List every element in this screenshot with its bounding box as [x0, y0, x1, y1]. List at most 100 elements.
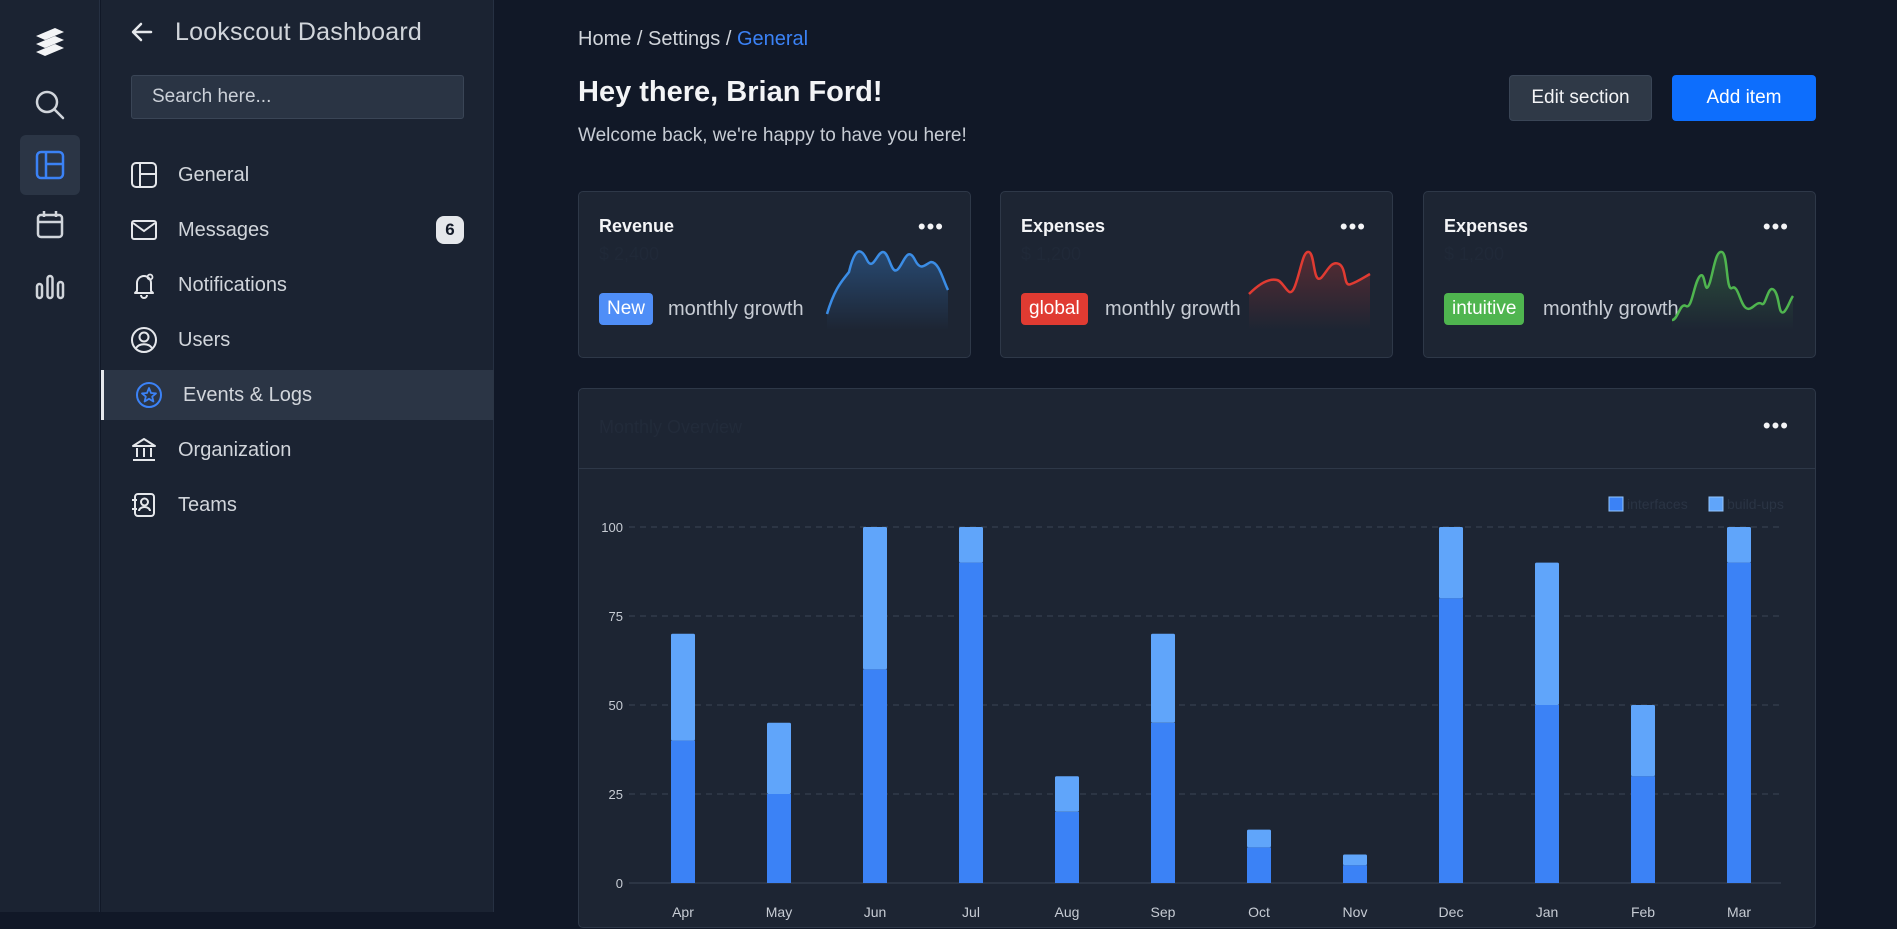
bar-interfaces: [1151, 722, 1175, 883]
breadcrumb: Home / Settings / General: [578, 28, 808, 51]
bar-build-ups: [1439, 527, 1463, 599]
page-title: Hey there, Brian Ford!: [578, 76, 883, 108]
x-tick-label: Dec: [1439, 904, 1464, 920]
layout-icon: [129, 160, 159, 190]
x-tick-label: Aug: [1055, 904, 1080, 920]
card-value: $ 1,200: [1444, 244, 1505, 264]
bar-interfaces: [671, 740, 695, 883]
y-tick-label: 100: [601, 520, 623, 535]
mail-icon: [129, 215, 159, 245]
y-tick-label: 25: [609, 787, 623, 802]
growth-label: monthly growth: [1105, 298, 1241, 320]
x-tick-label: Nov: [1343, 904, 1368, 920]
legend-label: interfaces: [1627, 496, 1688, 512]
logo-icon[interactable]: [20, 14, 80, 74]
add-item-button[interactable]: Add item: [1672, 75, 1816, 121]
sidebar-item-organization[interactable]: Organization: [101, 425, 494, 475]
legend-swatch: [1608, 496, 1624, 512]
sidebar-item-notifications[interactable]: Notifications: [101, 260, 494, 310]
sparkline-chart: [825, 250, 950, 330]
breadcrumb-separator: /: [631, 28, 649, 50]
card-title: Expenses: [1444, 216, 1529, 236]
bar-interfaces: [1055, 811, 1079, 883]
bar-build-ups: [1727, 527, 1751, 563]
x-tick-label: Jul: [962, 904, 980, 920]
x-tick-label: Mar: [1727, 904, 1751, 920]
count-badge: 6: [436, 216, 464, 244]
stat-card-revenue: Revenue $ 2,400 ••• New monthly growth: [578, 191, 971, 358]
card-title: Revenue: [599, 216, 675, 236]
x-tick-label: Sep: [1151, 904, 1176, 920]
bar-build-ups: [1247, 829, 1271, 848]
sidebar-item-label: General: [178, 163, 250, 186]
y-tick-label: 50: [609, 698, 623, 713]
bar-interfaces: [1631, 776, 1655, 883]
sidebar: Lookscout Dashboard General Messages 6 N…: [101, 0, 494, 912]
bar-build-ups: [1343, 854, 1367, 866]
main-content: Home / Settings / General Hey there, Bri…: [495, 0, 1897, 928]
sparkline-chart: [1248, 250, 1371, 330]
sidebar-item-label: Organization: [178, 438, 292, 461]
calendar-icon[interactable]: [20, 195, 80, 255]
breadcrumb-current[interactable]: General: [737, 28, 808, 50]
stat-card-expenses-2: Expenses $ 1,200 ••• intuitive monthly g…: [1423, 191, 1816, 358]
sidebar-item-users[interactable]: Users: [101, 315, 494, 365]
bell-icon: [129, 270, 159, 300]
legend-label: build-ups: [1727, 496, 1784, 512]
more-options-icon[interactable]: •••: [1763, 413, 1789, 439]
x-tick-label: Jan: [1536, 904, 1559, 920]
card-value: $ 2,400: [599, 244, 660, 264]
bar-interfaces: [1439, 598, 1463, 883]
more-options-icon[interactable]: •••: [918, 214, 944, 240]
sparkline-chart: [1671, 250, 1795, 330]
bar-interfaces: [1343, 865, 1367, 883]
sidebar-item-label: Events & Logs: [183, 383, 312, 406]
more-options-icon[interactable]: •••: [1763, 214, 1789, 240]
growth-label: monthly growth: [668, 298, 804, 320]
x-tick-label: Feb: [1631, 904, 1655, 920]
bank-icon: [129, 435, 159, 465]
sidebar-item-teams[interactable]: Teams: [101, 480, 494, 530]
search-input[interactable]: [131, 75, 464, 119]
chart-title: Monthly Overview: [599, 417, 743, 437]
sidebar-item-general[interactable]: General: [101, 150, 494, 200]
icon-rail: [0, 0, 100, 912]
bar-build-ups: [1151, 633, 1175, 723]
y-tick-label: 0: [616, 876, 623, 891]
y-tick-label: 75: [609, 609, 623, 624]
status-badge: intuitive: [1444, 293, 1525, 325]
star-circle-icon: [134, 380, 164, 410]
bar-build-ups: [1631, 705, 1655, 777]
bar-build-ups: [671, 633, 695, 741]
status-badge: global: [1021, 293, 1088, 325]
bar-interfaces: [1727, 562, 1751, 883]
bar-interfaces: [1247, 847, 1271, 883]
bar-interfaces: [767, 794, 791, 883]
sidebar-item-label: Notifications: [178, 273, 287, 296]
breadcrumb-home[interactable]: Home: [578, 28, 631, 50]
bar-interfaces: [863, 669, 887, 883]
back-arrow-icon[interactable]: [131, 21, 153, 43]
card-title: Expenses: [1021, 216, 1106, 236]
bar-chart-icon[interactable]: [20, 255, 80, 315]
bar-build-ups: [959, 527, 983, 563]
edit-section-button[interactable]: Edit section: [1509, 75, 1652, 121]
sidebar-item-events-logs[interactable]: Events & Logs: [101, 370, 494, 420]
bar-interfaces: [1535, 705, 1559, 883]
breadcrumb-settings[interactable]: Settings: [648, 28, 720, 50]
x-tick-label: Jun: [864, 904, 887, 920]
search-icon[interactable]: [20, 75, 80, 135]
legend-swatch: [1708, 496, 1724, 512]
more-options-icon[interactable]: •••: [1340, 214, 1366, 240]
sidebar-header: Lookscout Dashboard: [131, 14, 422, 50]
user-circle-icon: [129, 325, 159, 355]
bar-interfaces: [959, 562, 983, 883]
status-badge: New: [599, 293, 654, 325]
layout-icon[interactable]: [20, 135, 80, 195]
sidebar-item-label: Users: [178, 328, 231, 351]
chart-header: Monthly Overview •••: [579, 389, 1815, 469]
breadcrumb-separator: /: [720, 28, 737, 50]
bar-build-ups: [863, 527, 887, 670]
bar-build-ups: [1535, 562, 1559, 705]
sidebar-item-messages[interactable]: Messages 6: [101, 205, 494, 255]
